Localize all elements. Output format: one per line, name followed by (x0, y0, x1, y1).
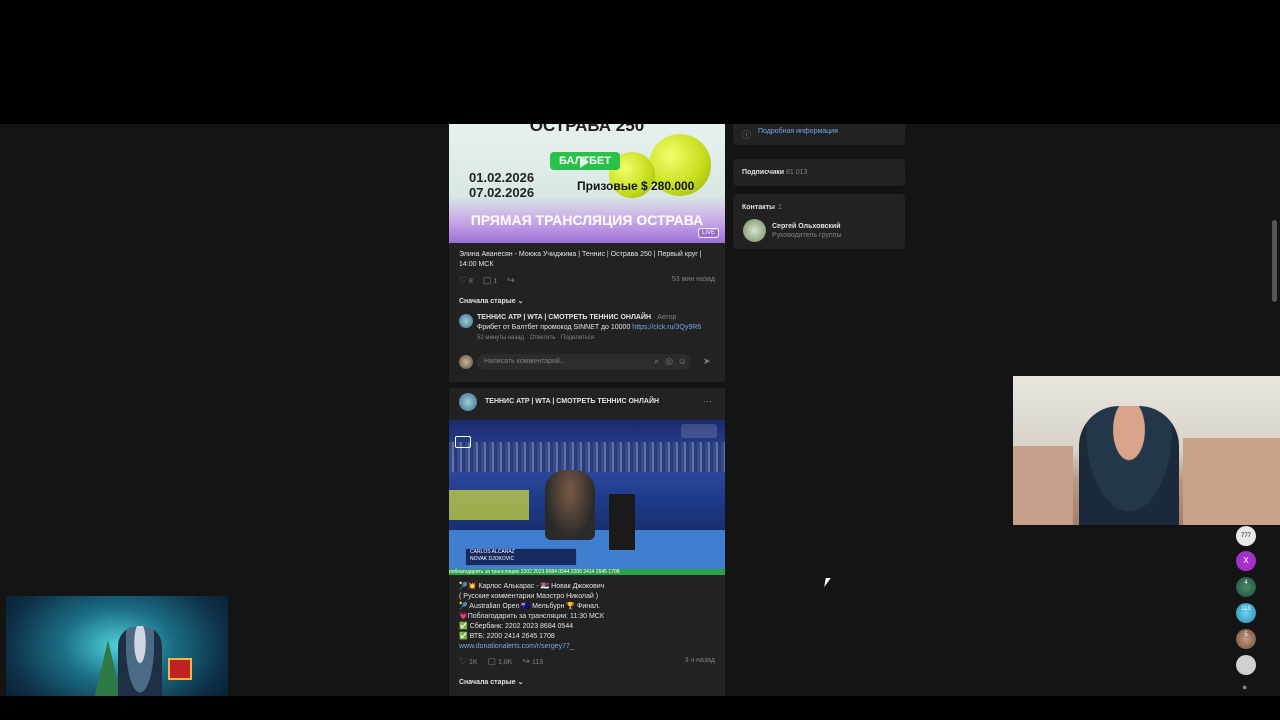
chevron-down-icon: ⌄ (517, 679, 524, 686)
like-icon[interactable]: ♡ (459, 275, 467, 285)
chair-graphic (609, 494, 635, 550)
play-icon[interactable] (580, 156, 589, 168)
sofa-graphic (1183, 438, 1280, 525)
my-avatar (459, 355, 473, 369)
banner-dates: 01.02.2026 07.02.2026 (469, 170, 534, 200)
chevron-down-icon: ⌄ (517, 298, 524, 305)
contacts-label[interactable]: Контакты (742, 203, 775, 213)
post2-sort[interactable]: Сначала старые ⌄ (459, 678, 523, 688)
date-start: 01.02.2026 (469, 170, 535, 185)
bag-graphic (449, 490, 529, 520)
contact-avatar[interactable] (743, 219, 766, 242)
post1-time: 53 мин назад (671, 276, 715, 283)
sort-label: Сначала старые (459, 679, 516, 686)
date-end: 07.02.2026 (469, 185, 535, 200)
post1-likes: 8 (469, 278, 473, 285)
rail-chat-1[interactable]: 777 (1236, 526, 1256, 546)
post2-line-4: 💗Поблагодарить за трансляции: 11:30 МСК (459, 613, 604, 620)
sofa-graphic (1013, 446, 1073, 525)
chat-bubble-icon[interactable]: ● (1242, 682, 1247, 692)
comment-author-avatar[interactable] (459, 314, 473, 328)
comment-placeholder: Написать комментарий... (484, 358, 566, 365)
post-divider (449, 382, 725, 388)
post2-video[interactable]: CARLOS ALCARAZ NOVAK DJOKOVIC поблагодар… (449, 420, 725, 575)
post1-text: Элина Аванесян - Моюка Учиджима | Теннис… (459, 251, 702, 268)
rail-chat-6[interactable] (1236, 655, 1256, 675)
contacts-card: Контакты 1 Сергей Ольховский Руководител… (733, 194, 905, 249)
subscribers-label: Подписчики (742, 169, 785, 176)
comment-author[interactable]: ТЕННИС ATP | WTA | СМОТРЕТЬ ТЕННИС ОНЛАЙ… (477, 314, 651, 321)
post2-time: 3 ч назад (684, 657, 715, 664)
rail-chat-5[interactable]: 5 (1236, 629, 1256, 649)
author-badge: · Автор (653, 314, 677, 321)
prize-text: Призовые $ 280.000 (577, 179, 695, 193)
post2-likes: 1K (469, 659, 478, 666)
channel-logo-icon (455, 436, 471, 448)
info-card: ⓘ Подробная информация (733, 124, 905, 145)
rail-chat-3[interactable]: 4 (1236, 577, 1256, 597)
streamer-graphic (1079, 406, 1179, 525)
share-icon[interactable]: ↪ (507, 275, 515, 285)
gift-icon (168, 658, 192, 680)
stream-top-black-bar (0, 0, 1280, 124)
tennis-watermark (681, 424, 717, 438)
post2-author-avatar[interactable] (459, 393, 477, 411)
post2-author[interactable]: ТЕННИС ATP | WTA | СМОТРЕТЬ ТЕННИС ОНЛАЙ… (485, 397, 659, 407)
live-badge: LIVE (697, 228, 719, 238)
info-icon: ⓘ (742, 130, 752, 140)
score-player2: NOVAK DJOKOVIC (470, 556, 515, 562)
post2-text: 🎾💥 Карлос Алькарас - 🇷🇸 Новак Джокович (… (459, 582, 719, 652)
post2-donation-link[interactable]: www.donationalerts.com/r/sergey77_ (459, 642, 719, 652)
post1-actions: ♡ 8 ▢ 1 ↪ 53 мин назад (459, 275, 715, 285)
comment-icon[interactable]: ▢ (488, 656, 497, 666)
player-graphic (545, 470, 595, 540)
rail-chat-2[interactable]: X (1236, 551, 1256, 571)
comment-block: ТЕННИС ATP | WTA | СМОТРЕТЬ ТЕННИС ОНЛАЙ… (477, 313, 717, 343)
crowd-graphic (449, 442, 725, 472)
feed-column: ОСТРАВА 250 БАЛТБЕТ 01.02.2026 07.02.202… (449, 124, 725, 696)
post1-banner-image[interactable]: ОСТРАВА 250 БАЛТБЕТ 01.02.2026 07.02.202… (449, 124, 725, 243)
post1-sort[interactable]: Сначала старые ⌄ (459, 297, 523, 307)
comment-link[interactable]: https://clck.ru/3Qy9R6 (632, 324, 701, 331)
more-info-link[interactable]: Подробная информация (758, 127, 838, 137)
post2-shares: 113 (531, 659, 544, 666)
scoreboard: CARLOS ALCARAZ NOVAK DJOKOVIC (465, 548, 577, 566)
post2-line-5: ✅ Сбербанк: 2202 2023 8684 0544 (459, 623, 574, 630)
camera-icon[interactable]: ◎ (665, 356, 673, 366)
rail-chat-4[interactable]: 113 (1236, 603, 1256, 623)
post2-line-1: 🎾💥 Карлос Алькарас - 🇷🇸 Новак Джокович (459, 583, 605, 590)
post2-actions: ♡ 1K ▢ 1,8K ↪ 113 3 ч назад (459, 656, 715, 666)
sort-label: Сначала старые (459, 298, 516, 305)
scrollbar-thumb[interactable] (1272, 220, 1277, 302)
webcam-overlay (1013, 376, 1280, 525)
score-player1: CARLOS ALCARAZ (470, 549, 515, 555)
post2-line-3: 🎾 Australian Open 🇦🇺 Мельбурн 🏆 Финал. (459, 603, 601, 610)
post2-comments: 1,8K (498, 659, 513, 666)
post2-line-2: ( Русские комментарии Маэстро Николай ) (459, 593, 599, 600)
like-icon[interactable]: ♡ (459, 656, 467, 666)
banner-title: ОСТРАВА 250 (529, 124, 645, 135)
donation-strip: поблагодарить за трансляцию 2202 2023 86… (449, 569, 725, 575)
send-icon[interactable]: ➤ (703, 356, 711, 367)
reply-button[interactable]: Ответить (530, 335, 556, 341)
comment-input[interactable]: Написать комментарий... ⌕ ◎ ☺ (477, 354, 691, 370)
comment-icon[interactable]: ▢ (483, 275, 492, 285)
contacts-count: 1 (778, 204, 782, 211)
subscribers-count: 81 013 (786, 169, 808, 176)
attach-icon[interactable]: ⌕ (654, 356, 659, 366)
share-comment-button[interactable]: Поделиться (561, 335, 594, 341)
stream-bottom-black-bar (0, 696, 1280, 720)
contact-role: Руководитель группы (772, 232, 842, 239)
more-icon[interactable]: ⋯ (703, 396, 712, 407)
post1-comments: 1 (493, 278, 498, 285)
live-title: ПРЯМАЯ ТРАНСЛЯЦИЯ ОСТРАВА (470, 212, 704, 228)
emoji-icon[interactable]: ☺ (678, 356, 687, 366)
comment-text: Фрибет от Балтбет промокод SINNET до 100… (477, 324, 631, 331)
subscribers-card[interactable]: Подписчики 81 013 (733, 159, 905, 186)
post2-line-6: ✅ ВТБ: 2200 2414 2645 1708 (459, 633, 555, 640)
comment-time: 52 минуты назад (477, 335, 525, 341)
share-icon[interactable]: ↪ (522, 656, 530, 666)
